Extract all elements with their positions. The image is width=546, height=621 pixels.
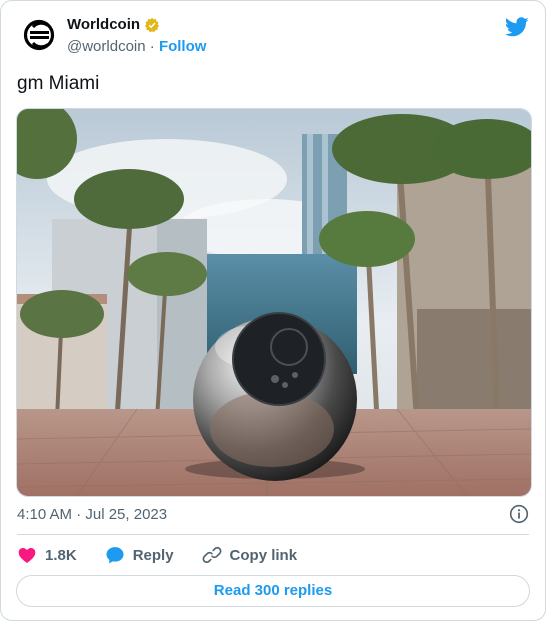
twitter-bird-icon[interactable] [505,15,529,39]
tweet-text: gm Miami [17,73,100,94]
photo-orb-in-miami [17,109,531,496]
verified-badge-icon [145,17,160,32]
tweet-actions: 1.8K Reply Copy link [17,541,325,569]
author-handle[interactable]: @worldcoin [67,38,146,55]
like-button[interactable]: 1.8K [17,545,77,565]
tweet-timestamp[interactable]: 4:10 AM · Jul 25, 2023 [17,506,167,523]
tweet-photo[interactable] [16,108,532,497]
divider [17,534,529,535]
link-icon [202,546,222,564]
author-name[interactable]: Worldcoin [67,16,140,33]
separator-dot: · [149,38,155,55]
follow-button[interactable]: Follow [159,38,207,55]
reply-label: Reply [132,546,174,564]
like-count: 1.8K [45,546,77,564]
heart-icon [18,548,36,563]
tweet-header: Worldcoin @worldcoin · Follow [21,15,529,63]
read-replies-button[interactable]: Read 300 replies [16,575,530,607]
copy-link-button[interactable]: Copy link [202,545,298,565]
speech-bubble-icon [106,547,124,564]
author-name-row: Worldcoin [67,16,160,33]
worldcoin-logo[interactable] [21,17,57,53]
tweet-card: Worldcoin @worldcoin · Follow gm Miami 4… [0,0,546,621]
reply-button[interactable]: Reply [105,545,174,565]
info-icon[interactable] [509,504,529,524]
author-handle-row: @worldcoin · Follow [67,38,206,55]
copy-link-label: Copy link [229,546,298,564]
